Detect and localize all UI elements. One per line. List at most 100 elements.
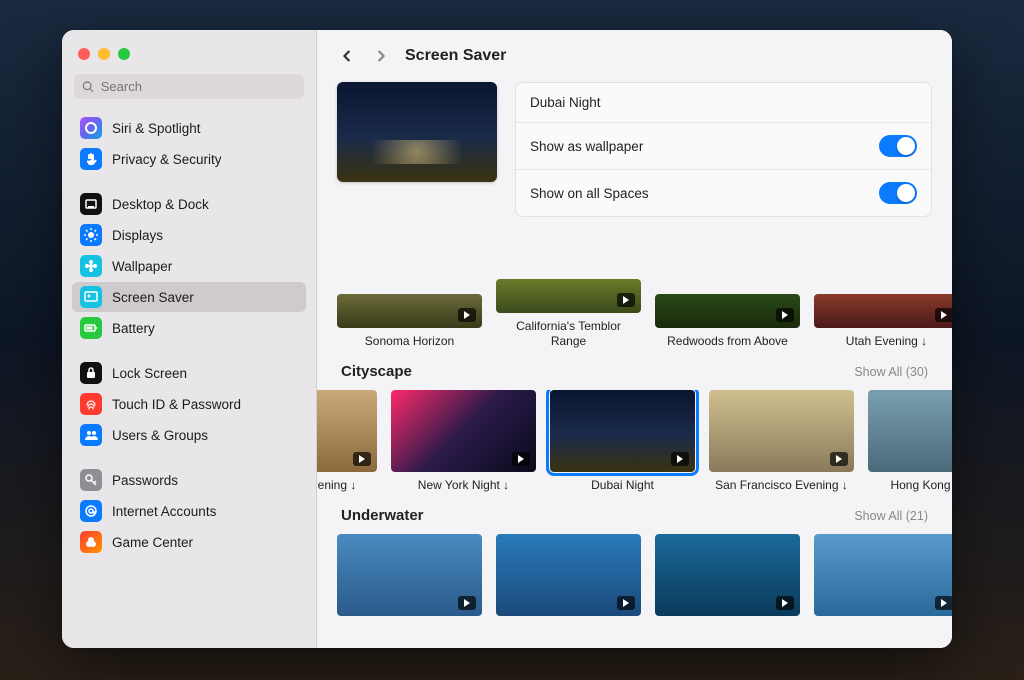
- thumb-label: Dubai Night: [591, 478, 654, 493]
- sidebar-item-users-groups[interactable]: Users & Groups: [72, 420, 306, 450]
- search-box[interactable]: [74, 74, 304, 99]
- setting-label: Show on all Spaces: [530, 186, 649, 201]
- screensaver-thumb[interactable]: [337, 534, 482, 622]
- thumb-image: [868, 390, 952, 472]
- sidebar-item-internet-accounts[interactable]: Internet Accounts: [72, 496, 306, 526]
- play-icon: [617, 596, 635, 610]
- toggle-show-on-all-spaces[interactable]: [879, 182, 917, 204]
- section-title: Cityscape: [341, 363, 412, 380]
- sidebar-item-label: Privacy & Security: [112, 152, 222, 167]
- play-icon: [458, 596, 476, 610]
- section-title: Underwater: [341, 507, 424, 524]
- thumb-strip: [317, 534, 952, 622]
- setting-label: Show as wallpaper: [530, 139, 643, 154]
- thumb-image: [814, 294, 952, 328]
- page-title: Screen Saver: [405, 47, 506, 65]
- screensaver-thumb[interactable]: Redwoods from Above: [655, 294, 800, 349]
- search-input[interactable]: [101, 79, 296, 94]
- thumb-image: [655, 534, 800, 616]
- sidebar-item-label: Internet Accounts: [112, 504, 216, 519]
- setting-row-show-on-all-spaces: Show on all Spaces: [516, 170, 931, 216]
- main-panel: Screen Saver Dubai Night Show as wallpap…: [317, 30, 952, 648]
- play-icon: [458, 308, 476, 322]
- sidebar-item-desktop-dock[interactable]: Desktop & Dock: [72, 189, 306, 219]
- sidebar-item-label: Touch ID & Password: [112, 397, 241, 412]
- play-icon: [935, 308, 952, 322]
- thumb-image: [337, 534, 482, 616]
- minimize-button[interactable]: [98, 48, 110, 60]
- sidebar-item-passwords[interactable]: Passwords: [72, 465, 306, 495]
- settings-window: Siri & Spotlight Privacy & Security Deskto…: [62, 30, 952, 648]
- users-icon: [80, 424, 102, 446]
- screensaver-thumb[interactable]: Utah Evening ↓: [814, 294, 952, 349]
- play-icon: [512, 452, 530, 466]
- thumb-image: [709, 390, 854, 472]
- key-icon: [80, 469, 102, 491]
- game-icon: [80, 531, 102, 553]
- sun-icon: [80, 224, 102, 246]
- section-head-underwater: Underwater Show All (21): [317, 493, 952, 534]
- sidebar-item-siri-spotlight[interactable]: Siri & Spotlight: [72, 113, 306, 143]
- sidebar-item-battery[interactable]: Battery: [72, 313, 306, 343]
- screensaver-thumb[interactable]: [655, 534, 800, 622]
- sidebar-item-label: Users & Groups: [112, 428, 208, 443]
- screensaver-thumb[interactable]: [814, 534, 952, 622]
- dock-icon: [80, 193, 102, 215]
- sidebar-item-lock-screen[interactable]: Lock Screen: [72, 358, 306, 388]
- header-panel: Dubai Night Show as wallpaper Show on all…: [317, 78, 952, 233]
- sidebar-item-screen-saver[interactable]: Screen Saver: [72, 282, 306, 312]
- sidebar-item-label: Battery: [112, 321, 155, 336]
- show-all-button[interactable]: Show All (30): [854, 365, 928, 379]
- screensaver-thumb[interactable]: Dubai Night: [550, 390, 695, 493]
- thumb-strip: Sonoma Horizon California's Temblor Range…: [317, 233, 952, 349]
- show-all-button[interactable]: Show All (21): [854, 509, 928, 523]
- siri-icon: [80, 117, 102, 139]
- sidebar-item-privacy-security[interactable]: Privacy & Security: [72, 144, 306, 174]
- sidebar-item-displays[interactable]: Displays: [72, 220, 306, 250]
- forward-button[interactable]: [371, 46, 391, 66]
- screensaver-thumb[interactable]: San Francisco Evening ↓: [709, 390, 854, 493]
- sidebar-item-touch-id-password[interactable]: Touch ID & Password: [72, 389, 306, 419]
- thumb-strip: ening ↓ New York Night ↓ Dubai Night San Fr…: [317, 390, 952, 493]
- thumb-label: New York Night ↓: [418, 478, 509, 493]
- thumb-label: San Francisco Evening ↓: [715, 478, 848, 493]
- play-icon: [617, 293, 635, 307]
- thumb-label: ening ↓: [318, 478, 357, 493]
- back-button[interactable]: [337, 46, 357, 66]
- sidebar: Siri & Spotlight Privacy & Security Deskto…: [62, 30, 317, 648]
- scroll-area[interactable]: Sonoma Horizon California's Temblor Range…: [317, 233, 952, 648]
- play-icon: [776, 308, 794, 322]
- screensaver-thumb[interactable]: ening ↓: [317, 390, 377, 493]
- sidebar-item-wallpaper[interactable]: Wallpaper: [72, 251, 306, 281]
- thumb-image: [496, 534, 641, 616]
- preview-thumbnail: [337, 82, 497, 182]
- screensaver-thumb[interactable]: Sonoma Horizon: [337, 294, 482, 349]
- current-name: Dubai Night: [530, 95, 601, 110]
- thumb-image: [814, 534, 952, 616]
- sidebar-item-game-center[interactable]: Game Center: [72, 527, 306, 557]
- close-button[interactable]: [78, 48, 90, 60]
- flower-icon: [80, 255, 102, 277]
- thumb-label: Hong Kong Harbor: [890, 478, 952, 493]
- screensaver-thumb[interactable]: [496, 534, 641, 622]
- sidebar-item-label: Wallpaper: [112, 259, 172, 274]
- sidebar-item-label: Siri & Spotlight: [112, 121, 201, 136]
- screensaver-thumb[interactable]: New York Night ↓: [391, 390, 536, 493]
- play-icon: [776, 596, 794, 610]
- toggle-show-as-wallpaper[interactable]: [879, 135, 917, 157]
- sidebar-item-label: Game Center: [112, 535, 193, 550]
- chevron-left-icon: [340, 49, 354, 63]
- play-icon: [353, 452, 371, 466]
- traffic-lights: [62, 40, 316, 74]
- thumb-image: [655, 294, 800, 328]
- screensaver-thumb[interactable]: Hong Kong Harbor: [868, 390, 952, 493]
- search-icon: [82, 80, 95, 94]
- fingerprint-icon: [80, 393, 102, 415]
- thumb-image: [550, 390, 695, 472]
- fullscreen-button[interactable]: [118, 48, 130, 60]
- thumb-label: Sonoma Horizon: [365, 334, 454, 349]
- sidebar-item-label: Desktop & Dock: [112, 197, 209, 212]
- sidebar-item-label: Displays: [112, 228, 163, 243]
- screensaver-thumb[interactable]: California's Temblor Range: [496, 279, 641, 349]
- lock-icon: [80, 362, 102, 384]
